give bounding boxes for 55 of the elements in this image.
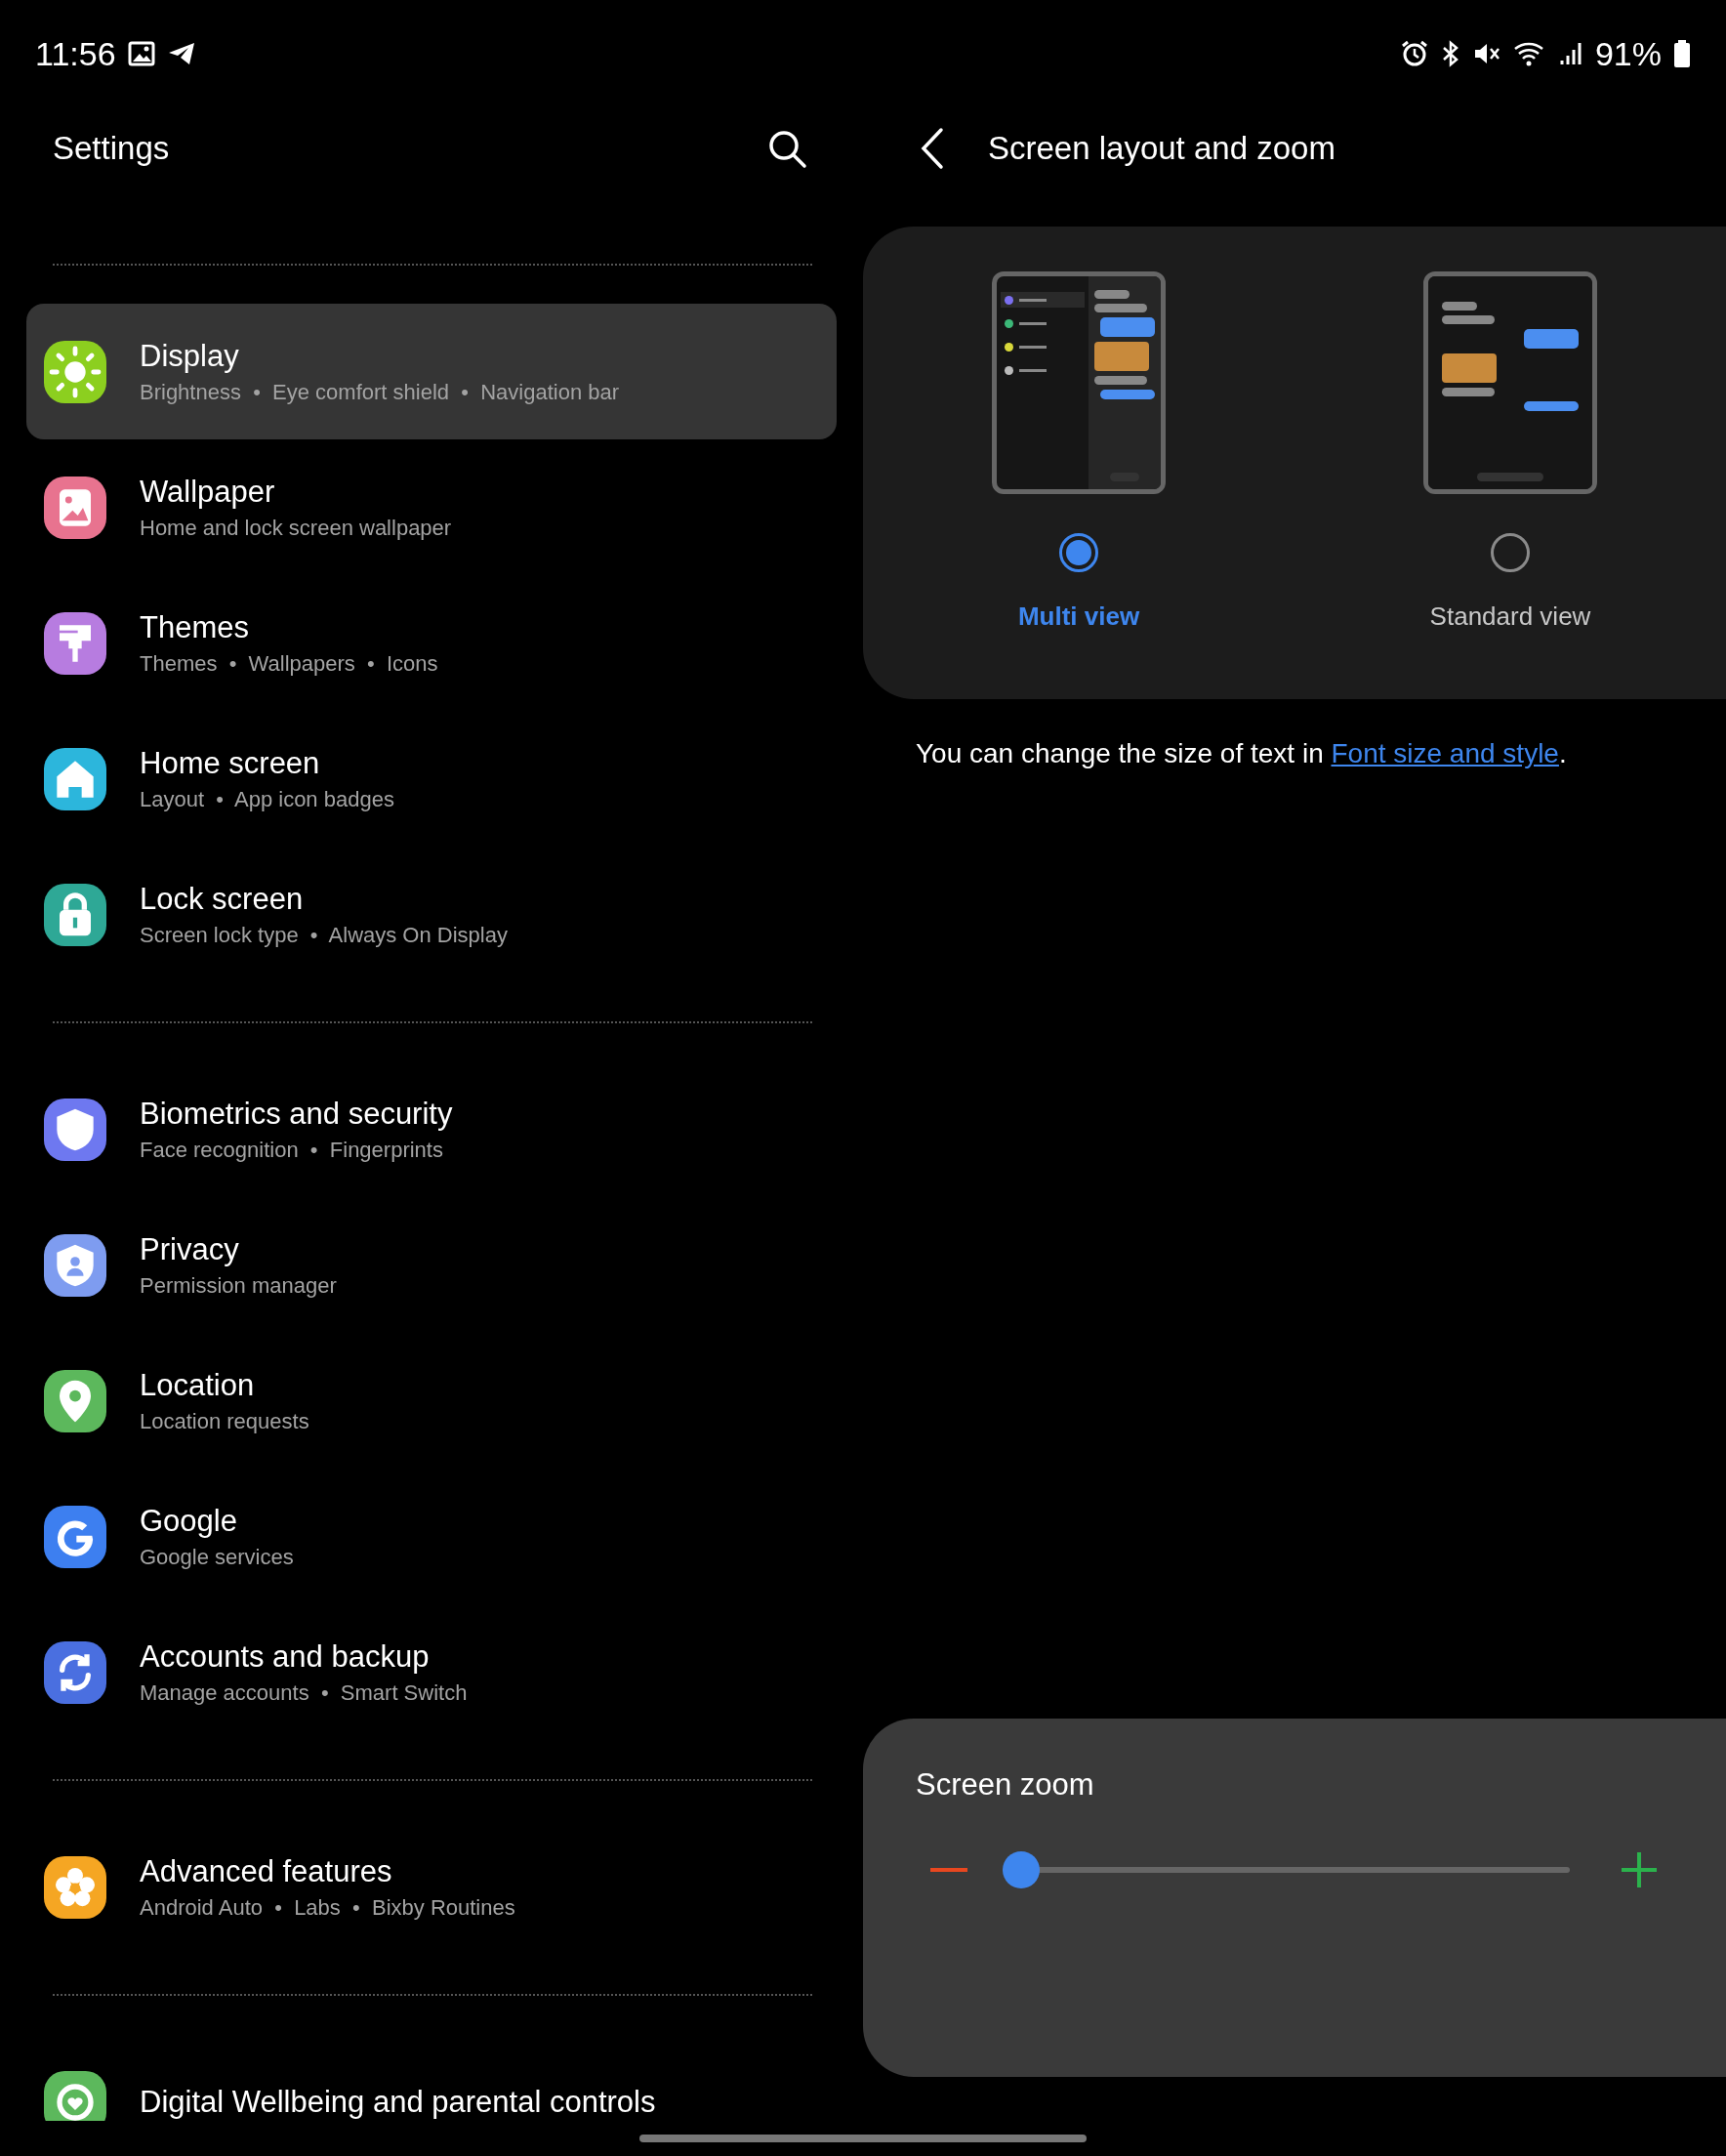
item-title: Accounts and backup xyxy=(140,1638,431,1675)
item-title: Lock screen xyxy=(140,881,305,917)
battery-percentage: 91% xyxy=(1594,34,1662,73)
item-subtitle: Manage accounts • Smart Switch xyxy=(140,1679,468,1706)
item-title: Location xyxy=(140,1367,256,1403)
item-subtitle: Screen lock type • Always On Display xyxy=(140,922,508,948)
item-subtitle: Themes • Wallpapers • Icons xyxy=(140,650,438,677)
item-subtitle: Face recognition • Fingerprints xyxy=(140,1137,444,1163)
battery-icon xyxy=(1673,39,1691,68)
settings-item[interactable]: Themes Themes • Wallpapers • Icons xyxy=(26,575,837,711)
item-subtitle: Layout • App icon badges xyxy=(140,786,394,812)
item-title: Google xyxy=(140,1503,238,1539)
settings-title: Settings xyxy=(53,130,170,167)
picture-icon xyxy=(127,41,155,66)
view-option-label[interactable]: Standard view xyxy=(1429,601,1591,632)
view-option-label[interactable]: Multi view xyxy=(1017,601,1140,632)
search-icon[interactable] xyxy=(766,128,807,169)
slider-thumb[interactable] xyxy=(1003,1851,1040,1888)
radio-button[interactable] xyxy=(1059,533,1098,572)
settings-item[interactable]: Lock screen Screen lock type • Always On Display xyxy=(26,847,837,982)
minus-icon[interactable] xyxy=(930,1867,967,1873)
back-icon[interactable] xyxy=(920,127,945,170)
settings-item[interactable]: Privacy Permission manager xyxy=(26,1197,837,1333)
item-title: Advanced features xyxy=(140,1853,393,1889)
item-title: Display xyxy=(140,338,240,374)
settings-item[interactable]: Digital Wellbeing and parental controls xyxy=(26,2034,837,2121)
font-size-link[interactable]: Font size and style xyxy=(1331,738,1559,768)
zoom-slider[interactable] xyxy=(1003,1851,1570,1888)
settings-item[interactable]: Advanced features Android Auto • Labs • Bixby Routines xyxy=(26,1819,837,1955)
item-subtitle: Home and lock screen wallpaper xyxy=(140,515,452,541)
item-subtitle: Android Auto • Labs • Bixby Routines xyxy=(140,1894,515,1921)
settings-item[interactable]: Display Brightness • Eye comfort shield • Navigation bar xyxy=(26,304,837,439)
settings-item[interactable]: Accounts and backup Manage accounts • Smart Switch xyxy=(26,1604,837,1740)
font-size-note: You can change the size of text in Font size and style. xyxy=(916,738,1568,769)
status-time: 11:56 xyxy=(35,34,116,73)
item-title: Themes xyxy=(140,609,250,645)
item-subtitle: Location requests xyxy=(140,1408,309,1434)
screen-zoom-title: Screen zoom xyxy=(916,1767,1095,1803)
page-title: Screen layout and zoom xyxy=(988,130,1336,167)
item-title: Digital Wellbeing and parental controls xyxy=(140,2084,656,2120)
plus-icon[interactable] xyxy=(1621,1851,1658,1888)
alarm-icon xyxy=(1399,39,1429,68)
settings-item[interactable]: Location Location requests xyxy=(26,1333,837,1469)
settings-item[interactable]: Home screen Layout • App icon badges xyxy=(26,711,837,847)
item-subtitle: Permission manager xyxy=(140,1272,337,1299)
item-subtitle: Google services xyxy=(140,1544,294,1570)
item-subtitle: Brightness • Eye comfort shield • Navigation bar xyxy=(140,379,620,405)
item-title: Home screen xyxy=(140,745,321,781)
settings-item[interactable]: Wallpaper Home and lock screen wallpaper xyxy=(26,439,837,575)
item-title: Wallpaper xyxy=(140,474,276,510)
settings-item[interactable]: Google Google services xyxy=(26,1469,837,1604)
radio-button[interactable] xyxy=(1491,533,1530,572)
settings-item[interactable]: Biometrics and security Face recognition • Fingerprints xyxy=(26,1061,837,1197)
item-title: Privacy xyxy=(140,1231,240,1267)
item-title: Biometrics and security xyxy=(140,1096,453,1132)
